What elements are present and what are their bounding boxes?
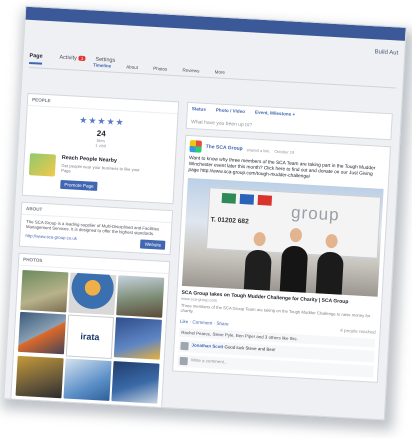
reach-description: Get people near your business to like yo…: [61, 162, 140, 174]
people-heading: PEOPLE: [27, 93, 179, 115]
subtab-more[interactable]: More: [215, 69, 226, 75]
timeline-column: Status Photo / Video Event, Milestone + …: [172, 101, 393, 383]
brand-logo-icon: [239, 193, 255, 205]
page-avatar[interactable]: [189, 140, 203, 153]
tab-page[interactable]: Page: [29, 52, 43, 65]
photo-thumbnail[interactable]: irata: [65, 314, 115, 359]
about-card: ABOUT The SCA Group is a leading supplie…: [18, 201, 174, 256]
notification-badge: 1: [78, 55, 86, 62]
person-figure: [243, 249, 272, 291]
subtab-timeline[interactable]: Timeline: [93, 63, 111, 69]
comment-author[interactable]: Jonathan Scott: [191, 342, 223, 349]
sign-word: group: [290, 202, 341, 225]
person-figure: [279, 245, 309, 293]
photo-thumbnail[interactable]: [20, 269, 69, 313]
post-author[interactable]: The SCA Group: [206, 144, 243, 152]
tab-activity-label: Activity: [59, 54, 78, 62]
facebook-page-screenshot: Build Aut Page Activity 1 Settings Timeli…: [3, 5, 407, 421]
event-milestone-tab[interactable]: Event, Milestone +: [255, 110, 295, 117]
like-link[interactable]: Like: [180, 319, 189, 324]
commenter-avatar[interactable]: [180, 341, 189, 351]
user-avatar: [179, 356, 188, 366]
subtab-about[interactable]: About: [126, 64, 138, 70]
utility-links: Build Aut: [366, 49, 398, 56]
facebook-blue-bar: [25, 6, 406, 41]
comment-input[interactable]: Write a comment...: [190, 357, 228, 367]
brand-logo-icon: [257, 194, 273, 206]
reach-stat: 4 people reached: [340, 327, 376, 335]
home-link[interactable]: Build Aut: [374, 49, 398, 56]
tab-activity[interactable]: Activity 1: [59, 54, 86, 62]
subtab-reviews[interactable]: Reviews: [182, 68, 199, 74]
photo-thumbnail[interactable]: [68, 272, 117, 315]
comment-link[interactable]: Comment: [192, 319, 212, 325]
website-url[interactable]: http://www.sca-group.co.uk: [25, 233, 77, 245]
photo-thumbnail[interactable]: [116, 275, 165, 318]
status-composer: Status Photo / Video Event, Milestone + …: [185, 101, 393, 141]
composer-input[interactable]: What have you been up to?: [191, 119, 387, 136]
tab-page-label: Page: [29, 52, 43, 60]
website-button[interactable]: Website: [140, 239, 166, 250]
left-column: PEOPLE ★★★★★ 24 likes 1 visit Reach Peop…: [10, 92, 180, 415]
post-date[interactable]: October 19: [274, 148, 294, 154]
photo-thumbnail[interactable]: [111, 361, 160, 404]
comment-text: Good luck Steve and Ben!: [224, 344, 276, 353]
rating-card: PEOPLE ★★★★★ 24 likes 1 visit Reach Peop…: [21, 92, 180, 205]
photos-card: PHOTOS irata: [10, 252, 171, 409]
brand-logo-icon: [221, 192, 237, 204]
post-meta: shared a link.: [246, 146, 271, 154]
promote-page-button[interactable]: Promote Page: [60, 179, 98, 191]
sign-phone: T. 01202 682: [210, 216, 249, 226]
share-link[interactable]: Share: [216, 321, 229, 327]
reach-promo: Reach People Nearby Get people near your…: [23, 147, 175, 203]
post-link-image[interactable]: group T. 01202 682: [181, 177, 384, 297]
photo-video-tab[interactable]: Photo / Video: [216, 107, 245, 114]
photo-thumbnail[interactable]: [63, 358, 112, 401]
photo-thumbnail[interactable]: [15, 355, 64, 399]
timeline-post: The SCA Group shared a link. October 19 …: [172, 134, 392, 383]
status-tab[interactable]: Status: [192, 106, 206, 112]
photo-thumbnail[interactable]: [113, 317, 162, 360]
person-figure: [315, 251, 344, 295]
subtab-photos[interactable]: Photos: [153, 66, 167, 72]
photo-thumbnail[interactable]: [17, 311, 67, 355]
promo-illustration-icon: [28, 153, 57, 177]
photo-grid: irata: [11, 266, 168, 408]
